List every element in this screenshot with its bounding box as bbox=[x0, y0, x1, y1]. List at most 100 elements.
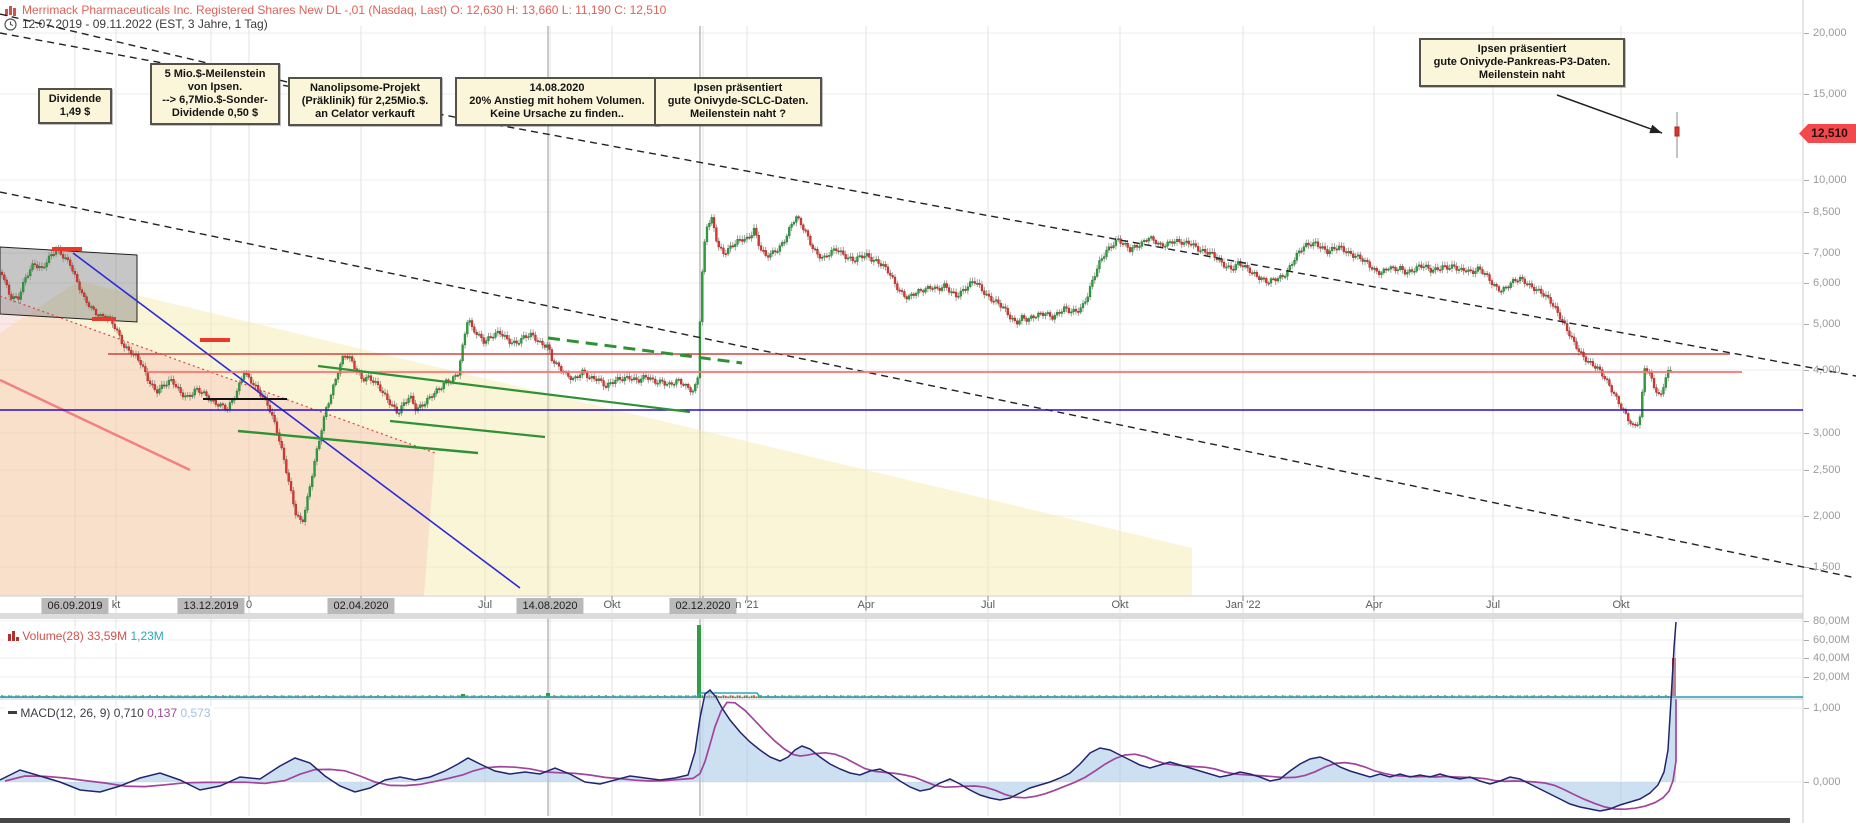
price-tick-8,500: 8,500 bbox=[1813, 206, 1841, 218]
price-tickmark bbox=[1804, 433, 1809, 434]
annotation-line: Nanolipsome-Projekt bbox=[294, 82, 436, 95]
price-tick-2,000: 2,000 bbox=[1813, 510, 1841, 522]
price-tick-7,000: 7,000 bbox=[1813, 247, 1841, 259]
macd-icon bbox=[8, 711, 17, 714]
volume-icon bbox=[8, 631, 19, 641]
macd-signal-line bbox=[5, 699, 1676, 809]
price-tick-5,000: 5,000 bbox=[1813, 318, 1841, 330]
volume-tick-40,00M: 40,00M bbox=[1813, 652, 1850, 664]
macd-hist-value: 0,573 bbox=[180, 706, 210, 720]
macd-tick-1,000: 1,000 bbox=[1813, 702, 1841, 714]
price-tick-15,000: 15,000 bbox=[1813, 88, 1847, 100]
price-tickmark bbox=[1804, 567, 1809, 568]
price-tick-20,000: 20,000 bbox=[1813, 27, 1847, 39]
annotation-line: gute Onivyde-SCLC-Daten. bbox=[660, 95, 816, 108]
annotation-line: Keine Ursache zu finden.. bbox=[461, 108, 653, 121]
x-tick-Jul: Jul bbox=[981, 599, 995, 611]
red-level-marker[interactable] bbox=[92, 317, 116, 321]
x-tick-0: 0 bbox=[246, 599, 252, 611]
x-tick-Jul: Jul bbox=[478, 599, 492, 611]
annotation-box-3[interactable]: 14.08.202020% Anstieg mit hohem Volumen.… bbox=[455, 77, 659, 126]
green-dashed[interactable] bbox=[548, 338, 742, 363]
price-tick-4,000: 4,000 bbox=[1813, 364, 1841, 376]
red-level-marker[interactable] bbox=[52, 247, 82, 251]
annotation-line: 14.08.2020 bbox=[461, 82, 653, 95]
x-tick-02.12.2020[interactable]: 02.12.2020 bbox=[669, 598, 736, 614]
volume-name: Volume(28) bbox=[22, 629, 83, 643]
volume-spike bbox=[697, 625, 701, 698]
x-tick-14.08.2020[interactable]: 14.08.2020 bbox=[516, 598, 583, 614]
x-tick-Apr: Apr bbox=[1365, 599, 1382, 611]
macd-signal-value: 0,137 bbox=[147, 706, 177, 720]
last-candle bbox=[1675, 127, 1679, 136]
price-tickmark bbox=[1804, 33, 1809, 34]
annotation-line: 20% Anstieg mit hohem Volumen. bbox=[461, 95, 653, 108]
annotation-line: 5 Mio.$-Meilenstein bbox=[156, 68, 274, 81]
macd-value: 0,710 bbox=[114, 706, 144, 720]
macd-indicator-label[interactable]: MACD(12, 26, 9) 0,710 0,137 0,573 bbox=[5, 706, 214, 720]
annotation-line: Ipsen präsentiert bbox=[1425, 43, 1619, 56]
annotation-line: Dividende bbox=[44, 93, 106, 106]
x-tick-Jul: Jul bbox=[1486, 599, 1500, 611]
price-tick-3,000: 3,000 bbox=[1813, 427, 1841, 439]
annotation-box-4[interactable]: Ipsen präsentiertgute Onivyde-SCLC-Daten… bbox=[654, 77, 822, 126]
price-tick-6,000: 6,000 bbox=[1813, 277, 1841, 289]
volume-indicator-label[interactable]: Volume(28) 33,59M 1,23M bbox=[5, 629, 167, 643]
x-tick-kt: kt bbox=[112, 599, 121, 611]
price-tickmark bbox=[1804, 253, 1809, 254]
trading-chart-window: { "header": { "title": "Merrimack Pharma… bbox=[0, 0, 1856, 823]
annotation-line: 1,49 $ bbox=[44, 106, 106, 119]
macd-tick-0,000: 0,000 bbox=[1813, 776, 1841, 788]
x-tick-Okt: Okt bbox=[1111, 599, 1128, 611]
annotation-line: an Celator verkauft bbox=[294, 108, 436, 121]
x-tick-Apr: Apr bbox=[857, 599, 874, 611]
volume-ma-value: 1,23M bbox=[130, 629, 163, 643]
macd-name: MACD(12, 26, 9) bbox=[20, 706, 110, 720]
price-tick-1,500: 1,500 bbox=[1813, 561, 1841, 573]
price-tick-10,000: 10,000 bbox=[1813, 174, 1847, 186]
annotation-line: (Präklinik) für 2,25Mio.$. bbox=[294, 95, 436, 108]
annotation-arrow[interactable] bbox=[1557, 95, 1662, 133]
price-tickmark bbox=[1804, 370, 1809, 371]
x-tick-06.09.2019[interactable]: 06.09.2019 bbox=[41, 598, 108, 614]
annotation-line: von Ipsen. bbox=[156, 81, 274, 94]
volume-tickmark bbox=[1804, 640, 1809, 641]
annotation-line: Ipsen präsentiert bbox=[660, 82, 816, 95]
annotation-line: Meilenstein naht bbox=[1425, 69, 1619, 82]
macd-tickmark bbox=[1804, 782, 1809, 783]
annotation-box-1[interactable]: 5 Mio.$-Meilensteinvon Ipsen.--> 6,7Mio.… bbox=[150, 63, 280, 125]
price-tickmark bbox=[1804, 324, 1809, 325]
annotation-line: --> 6,7Mio.$-Sonder- bbox=[156, 94, 274, 107]
x-tick-n '21: n '21 bbox=[735, 599, 759, 611]
volume-ma-line bbox=[0, 693, 1803, 697]
price-tickmark bbox=[1804, 283, 1809, 284]
price-tickmark bbox=[1804, 94, 1809, 95]
volume-tickmark bbox=[1804, 658, 1809, 659]
annotation-box-0[interactable]: Dividende1,49 $ bbox=[38, 88, 112, 124]
last-price-tag: 12,510 bbox=[1799, 124, 1856, 143]
annotation-box-5[interactable]: Ipsen präsentiertgute Onivyde-Pankreas-P… bbox=[1419, 38, 1625, 87]
annotation-box-2[interactable]: Nanolipsome-Projekt(Präklinik) für 2,25M… bbox=[288, 77, 442, 126]
macd-tickmark bbox=[1804, 708, 1809, 709]
bottom-scrollbar[interactable] bbox=[0, 818, 1790, 823]
volume-tickmark bbox=[1804, 621, 1809, 622]
volume-value: 33,59M bbox=[87, 629, 127, 643]
x-tick-Okt: Okt bbox=[603, 599, 620, 611]
volume-tick-80,00M: 80,00M bbox=[1813, 615, 1850, 627]
red-level-marker[interactable] bbox=[200, 338, 230, 342]
volume-tickmark bbox=[1804, 677, 1809, 678]
annotation-line: gute Onivyde-Pankreas-P3-Daten. bbox=[1425, 56, 1619, 69]
price-tick-2,500: 2,500 bbox=[1813, 464, 1841, 476]
price-tickmark bbox=[1804, 470, 1809, 471]
price-tickmark bbox=[1804, 180, 1809, 181]
x-tick-02.04.2020[interactable]: 02.04.2020 bbox=[327, 598, 394, 614]
x-tick-Okt: Okt bbox=[1612, 599, 1629, 611]
annotation-line: Meilenstein naht ? bbox=[660, 108, 816, 121]
x-tick-Jan '22: Jan '22 bbox=[1225, 599, 1260, 611]
annotation-line: Dividende 0,50 $ bbox=[156, 107, 274, 120]
price-tickmark bbox=[1804, 516, 1809, 517]
x-tick-13.12.2019[interactable]: 13.12.2019 bbox=[177, 598, 244, 614]
price-tickmark bbox=[1804, 212, 1809, 213]
volume-tick-20,00M: 20,00M bbox=[1813, 671, 1850, 683]
volume-tick-60,00M: 60,00M bbox=[1813, 634, 1850, 646]
